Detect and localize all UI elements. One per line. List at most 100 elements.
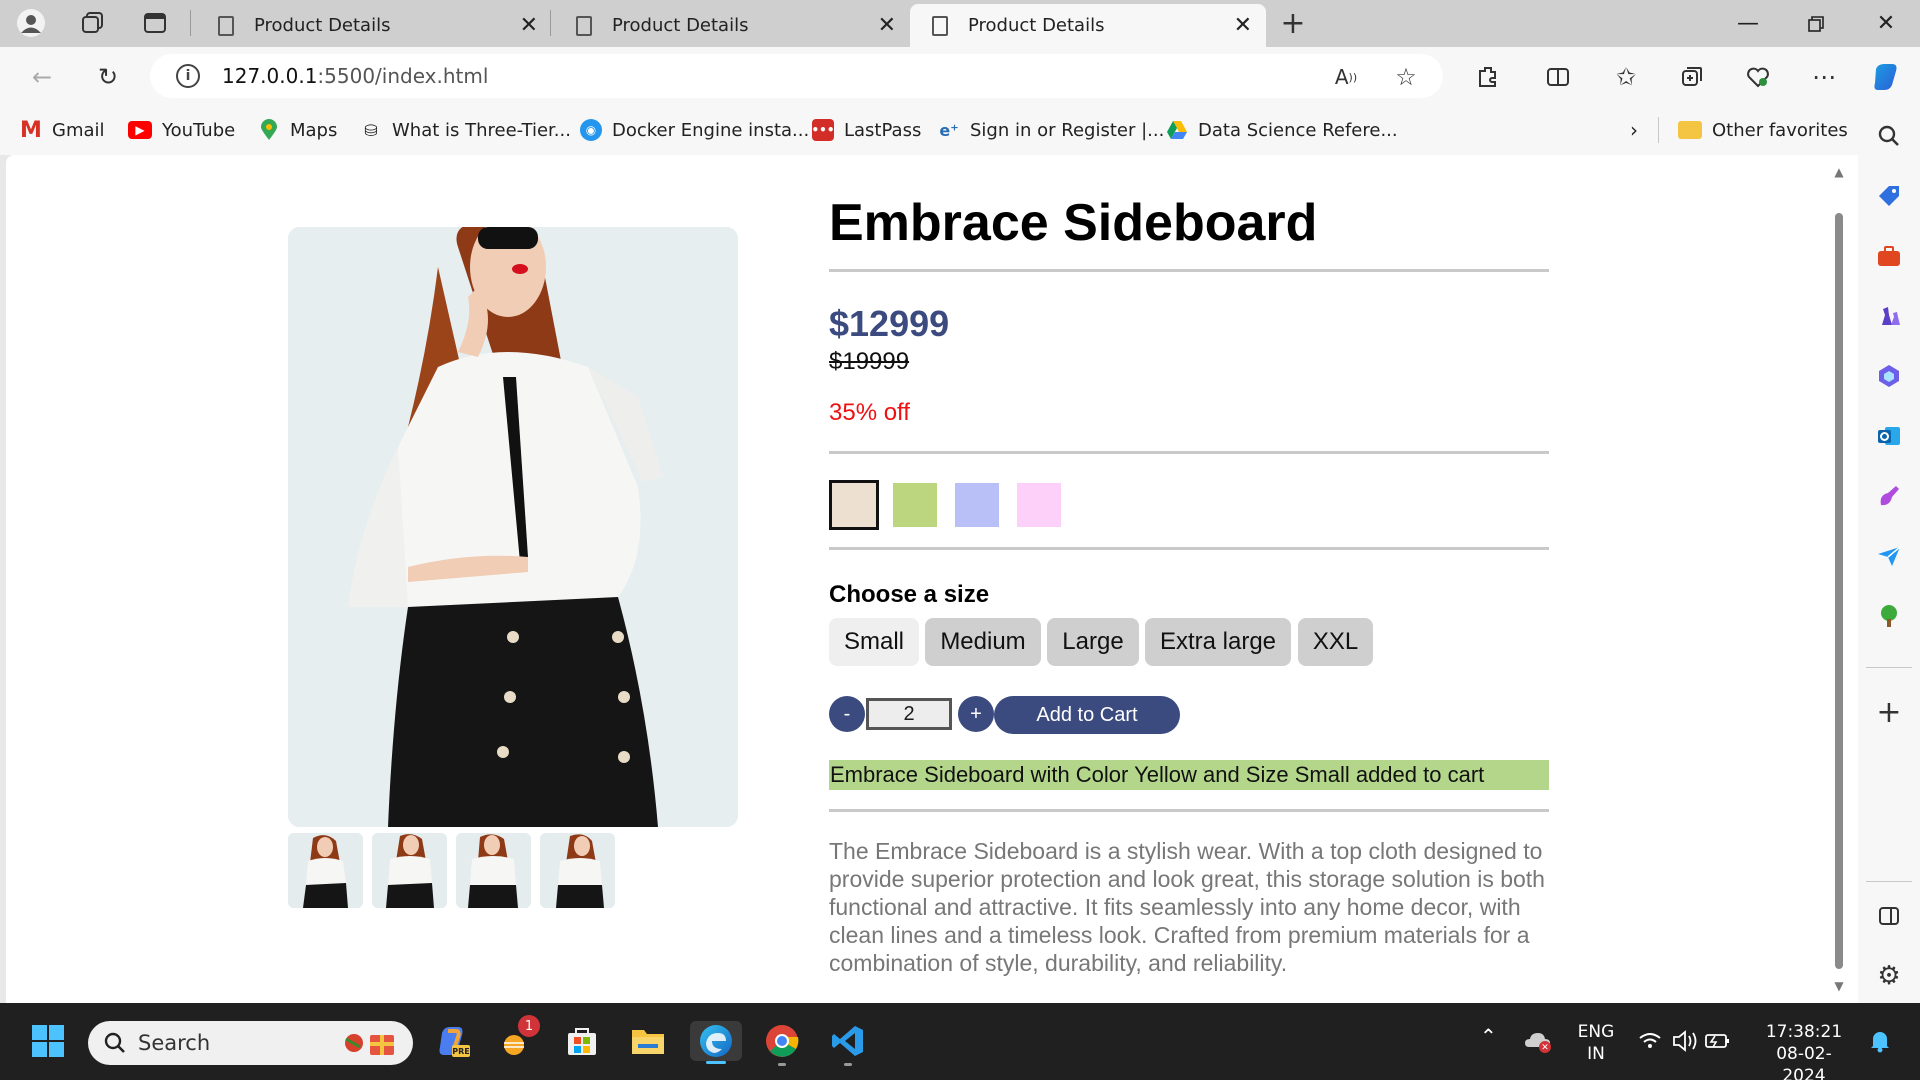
svg-text:PRE: PRE bbox=[452, 1047, 470, 1056]
gmail-icon: M bbox=[20, 117, 42, 143]
shopping-tag-icon[interactable] bbox=[1874, 181, 1904, 211]
site-info-icon[interactable]: i bbox=[176, 64, 200, 88]
color-swatch-1[interactable] bbox=[829, 480, 879, 530]
bookmark-data-science[interactable]: Data Science Refere... bbox=[1166, 117, 1398, 143]
edge-taskbar-icon[interactable] bbox=[690, 1021, 742, 1064]
tree-icon[interactable] bbox=[1874, 601, 1904, 631]
settings-more-icon[interactable]: ⋯ bbox=[1806, 59, 1842, 95]
collections-icon[interactable] bbox=[1674, 59, 1710, 95]
color-swatch-4[interactable] bbox=[1016, 482, 1062, 528]
copilot-taskbar-icon[interactable]: PRE bbox=[432, 1021, 472, 1061]
page-scrollbar[interactable]: ▲ ▼ bbox=[1832, 165, 1846, 993]
tab-product-details-2[interactable]: Product Details ✕ bbox=[554, 4, 910, 47]
increase-quantity-button[interactable]: + bbox=[958, 696, 994, 732]
browser-essentials-icon[interactable] bbox=[1740, 59, 1776, 95]
size-button-extra-large[interactable]: Extra large bbox=[1145, 618, 1291, 666]
games-icon[interactable] bbox=[1874, 301, 1904, 331]
original-price: $19999 bbox=[829, 348, 910, 375]
read-aloud-icon[interactable]: A)) bbox=[1328, 59, 1364, 95]
send-icon[interactable] bbox=[1874, 541, 1904, 571]
search-icon[interactable] bbox=[1874, 121, 1904, 151]
windows-start-icon[interactable] bbox=[28, 1021, 68, 1061]
clock[interactable]: 17:38:21 08-02-2024 bbox=[1756, 1021, 1852, 1080]
extensions-icon[interactable] bbox=[1470, 59, 1506, 95]
tab-title: Product Details bbox=[612, 15, 749, 36]
more-bookmarks-chevron-icon[interactable]: › bbox=[1630, 117, 1638, 143]
restore-icon[interactable] bbox=[1782, 0, 1850, 47]
network-volume-battery[interactable] bbox=[1634, 1021, 1734, 1061]
hide-sidebar-icon[interactable] bbox=[1874, 901, 1904, 931]
product-description: The Embrace Sideboard is a stylish wear.… bbox=[829, 838, 1545, 976]
three-tier-icon: ⛁ bbox=[364, 120, 378, 140]
sidebar-settings-gear-icon[interactable]: ⚙ bbox=[1874, 961, 1904, 991]
vscode-taskbar-icon[interactable] bbox=[828, 1021, 868, 1066]
quantity-input[interactable]: 2 bbox=[866, 698, 952, 730]
close-tab-icon[interactable]: ✕ bbox=[878, 13, 896, 38]
onedrive-error-icon[interactable]: ✕ bbox=[1518, 1021, 1558, 1061]
taskbar-search[interactable]: Search bbox=[88, 1021, 413, 1065]
address-bar[interactable]: i 127.0.0.1:5500/index.html bbox=[150, 54, 1443, 98]
refresh-icon[interactable]: ↻ bbox=[90, 59, 126, 95]
size-button-large[interactable]: Large bbox=[1047, 618, 1139, 666]
bookmark-gmail[interactable]: M Gmail bbox=[20, 117, 104, 143]
bookmark-label: LastPass bbox=[844, 119, 922, 141]
size-button-medium[interactable]: Medium bbox=[925, 618, 1041, 666]
page-icon bbox=[576, 15, 592, 36]
new-tab-icon[interactable]: + bbox=[1278, 6, 1308, 41]
bookmark-signin[interactable]: e⁺ Sign in or Register |... bbox=[938, 117, 1164, 143]
favorite-star-icon[interactable]: ☆ bbox=[1388, 59, 1424, 95]
show-hidden-icons-chevron-icon[interactable]: ⌃ bbox=[1480, 1025, 1497, 1047]
file-explorer-icon[interactable] bbox=[628, 1021, 668, 1061]
language-indicator[interactable]: ENG IN bbox=[1576, 1021, 1616, 1065]
size-button-small[interactable]: Small bbox=[829, 618, 919, 666]
page-icon bbox=[932, 15, 948, 36]
weather-app-icon[interactable]: 1 bbox=[496, 1015, 540, 1061]
minimize-icon[interactable]: — bbox=[1714, 0, 1782, 47]
search-placeholder: Search bbox=[138, 1031, 211, 1055]
bookmark-maps[interactable]: Maps bbox=[258, 117, 337, 143]
bookmark-lastpass[interactable]: ••• LastPass bbox=[812, 117, 921, 143]
url-path: :5500/index.html bbox=[317, 64, 489, 88]
product-thumbnail-1[interactable] bbox=[288, 833, 363, 908]
close-tab-icon[interactable]: ✕ bbox=[1234, 13, 1252, 38]
favorites-icon[interactable]: ✩ bbox=[1608, 59, 1644, 95]
product-thumbnail-4[interactable] bbox=[540, 833, 615, 908]
notifications-bell-icon[interactable] bbox=[1860, 1021, 1900, 1061]
tab-product-details-3[interactable]: Product Details ✕ bbox=[910, 4, 1266, 47]
bookmark-docker[interactable]: ◉ Docker Engine insta... bbox=[580, 117, 809, 143]
close-tab-icon[interactable]: ✕ bbox=[520, 13, 538, 38]
color-swatch-2[interactable] bbox=[892, 482, 938, 528]
product-thumbnail-3[interactable] bbox=[456, 833, 531, 908]
outlook-icon[interactable] bbox=[1874, 421, 1904, 451]
copilot-hub-icon[interactable] bbox=[1874, 361, 1904, 391]
workspaces-icon[interactable] bbox=[78, 8, 108, 38]
profile-icon[interactable] bbox=[16, 8, 46, 38]
decrease-quantity-button[interactable]: - bbox=[829, 696, 865, 732]
page-viewport: Embrace Sideboard $12999 $19999 35% off … bbox=[6, 155, 1858, 1003]
bookmark-three-tier[interactable]: ⛁ What is Three-Tier... bbox=[360, 117, 571, 143]
add-to-cart-button[interactable]: Add to Cart bbox=[994, 696, 1180, 734]
color-swatch-3[interactable] bbox=[954, 482, 1000, 528]
product-main-image bbox=[288, 227, 738, 827]
close-window-icon[interactable]: ✕ bbox=[1852, 0, 1920, 47]
back-icon[interactable]: ← bbox=[24, 59, 60, 95]
add-sidebar-app-icon[interactable]: + bbox=[1874, 695, 1904, 730]
scroll-up-icon[interactable]: ▲ bbox=[1832, 165, 1846, 179]
tab-product-details-1[interactable]: Product Details ✕ bbox=[196, 4, 552, 47]
other-favorites-label: Other favorites bbox=[1712, 119, 1848, 141]
vertical-tabs-icon[interactable] bbox=[140, 8, 170, 38]
chrome-taskbar-icon[interactable] bbox=[762, 1021, 802, 1066]
tools-icon[interactable] bbox=[1874, 241, 1904, 271]
designer-icon[interactable] bbox=[1874, 481, 1904, 511]
product-thumbnail-2[interactable] bbox=[372, 833, 447, 908]
other-favorites[interactable]: Other favorites bbox=[1678, 117, 1848, 143]
microsoft-store-icon[interactable] bbox=[562, 1021, 602, 1061]
split-screen-icon[interactable] bbox=[1540, 59, 1576, 95]
bookmark-youtube[interactable]: ▶ YouTube bbox=[128, 117, 235, 143]
scroll-thumb[interactable] bbox=[1835, 213, 1843, 969]
divider bbox=[829, 269, 1549, 272]
size-button-xxl[interactable]: XXL bbox=[1298, 618, 1373, 666]
scroll-down-icon[interactable]: ▼ bbox=[1832, 979, 1846, 993]
copilot-icon[interactable] bbox=[1868, 59, 1904, 95]
notification-badge: 1 bbox=[518, 1015, 540, 1037]
